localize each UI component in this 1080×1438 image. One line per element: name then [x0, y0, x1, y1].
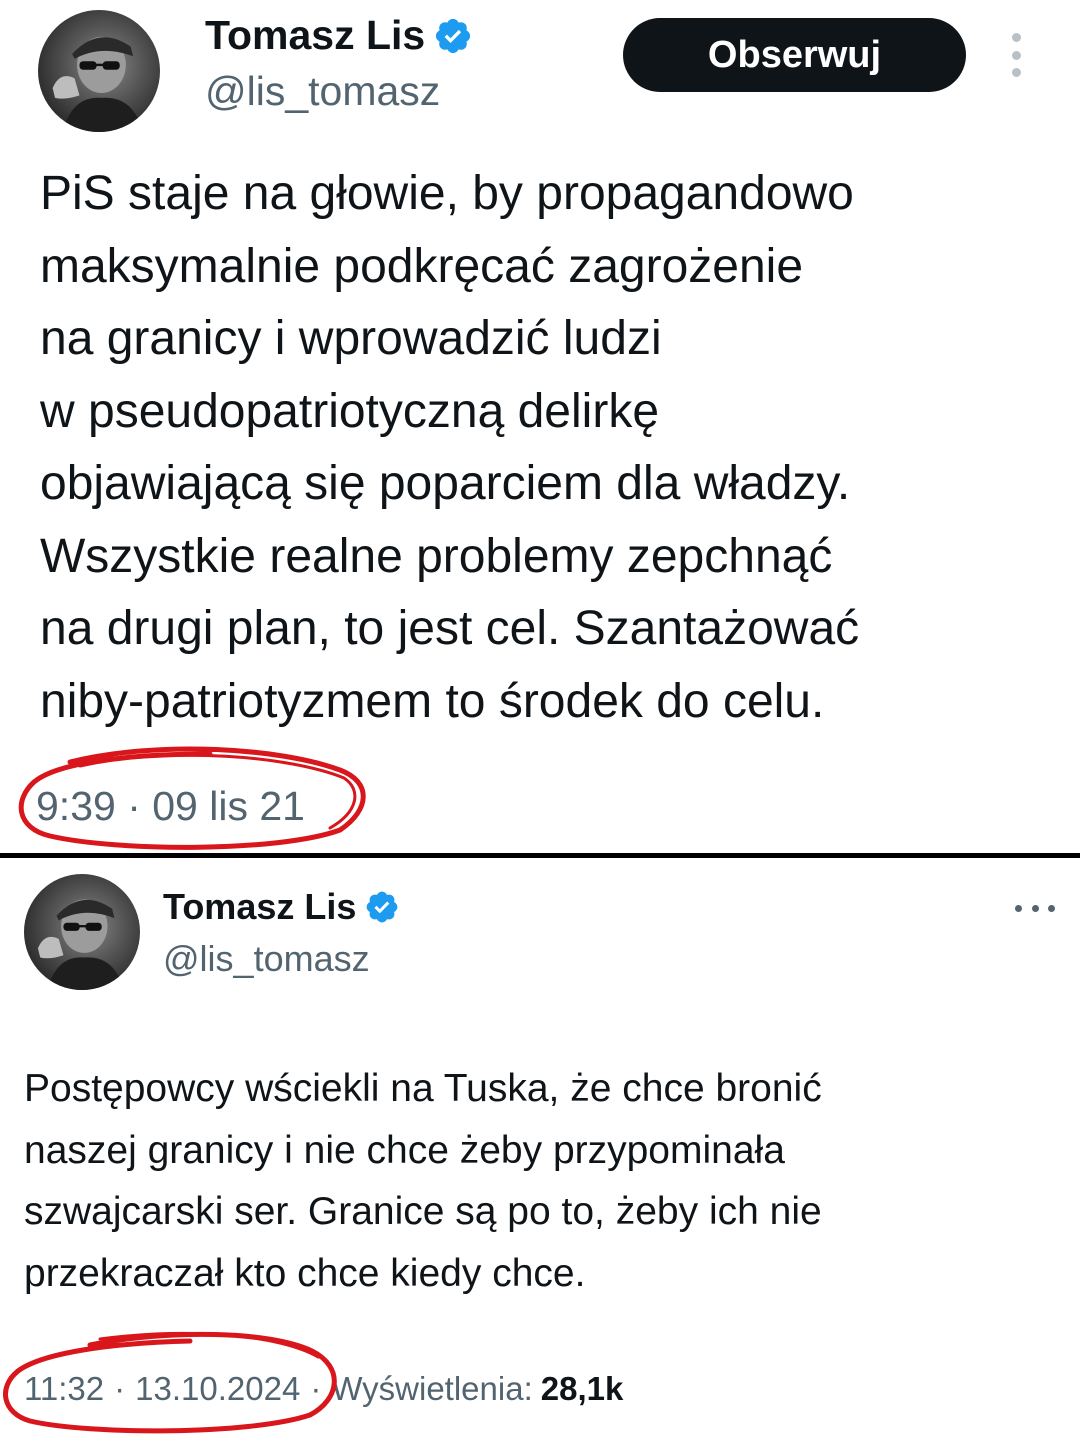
author-name[interactable]: Tomasz Lis	[163, 886, 356, 928]
tweet-text-line: na drugi plan, to jest cel. Szantażować	[40, 602, 860, 655]
avatar[interactable]	[38, 10, 160, 132]
tweet-text-line: objawiającą się poparciem dla władzy.	[40, 457, 851, 510]
author-name-row: Tomasz Lis	[163, 886, 400, 928]
tweet-meta: 11:32 · 13.10.2024 · Wyświetlenia: 28,1k	[24, 1370, 623, 1408]
more-vertical-icon[interactable]	[1008, 33, 1024, 77]
tweet-text-line: na granicy i wprowadzić ludzi	[40, 312, 662, 365]
author-handle[interactable]: @lis_tomasz	[205, 68, 440, 115]
tweet-text: PiS staje na głowie, by propagandowo mak…	[40, 158, 859, 738]
avatar-photo-icon	[37, 899, 124, 990]
more-horizontal-icon[interactable]	[1015, 900, 1055, 916]
tweet-text: Postępowcy wściekli na Tuska, że chce br…	[24, 1058, 822, 1304]
tweet-text-line: maksymalnie podkręcać zagrożenie	[40, 239, 804, 293]
tweet-text-line: PiS staje na głowie, by propagandowo	[40, 167, 854, 220]
tweet-text-line: przekraczał kto chce kiedy chce.	[24, 1251, 586, 1295]
tweet-text-line: szwajcarski ser. Granice są po to, żeby …	[24, 1190, 822, 1233]
views-label: Wyświetlenia:	[331, 1370, 533, 1407]
follow-button[interactable]: Obserwuj	[623, 18, 966, 92]
tweet-time[interactable]: 11:32	[24, 1370, 104, 1408]
tweet-text-line: naszej granicy i nie chce żeby przypomin…	[24, 1128, 785, 1172]
verified-badge-icon	[433, 16, 473, 56]
tweet-date[interactable]: 13.10.2024	[135, 1370, 300, 1408]
tweet-card-1: Tomasz Lis @lis_tomasz Obserwuj PiS staj…	[0, 0, 1080, 853]
author-name-row: Tomasz Lis	[205, 12, 473, 59]
avatar[interactable]	[24, 874, 140, 990]
meta-separator: ·	[114, 1370, 126, 1407]
author-handle[interactable]: @lis_tomasz	[163, 938, 370, 980]
tweet-text-line: niby-patriotyzmem to środek do celu.	[40, 674, 825, 728]
tweet-timestamp[interactable]: 9:39 · 09 lis 21	[36, 783, 305, 830]
avatar-photo-icon	[52, 36, 143, 132]
verified-badge-icon	[364, 889, 400, 925]
views-count[interactable]: 28,1k	[541, 1370, 624, 1408]
tweet-text-line: w pseudopatriotyczną delirkę	[40, 384, 660, 438]
meta-separator: ·	[310, 1370, 322, 1407]
tweet-text-line: Postępowcy wściekli na Tuska, że chce br…	[24, 1067, 822, 1110]
tweet-text-line: Wszystkie realne problemy zepchnąć	[40, 529, 833, 583]
author-name[interactable]: Tomasz Lis	[205, 12, 425, 59]
